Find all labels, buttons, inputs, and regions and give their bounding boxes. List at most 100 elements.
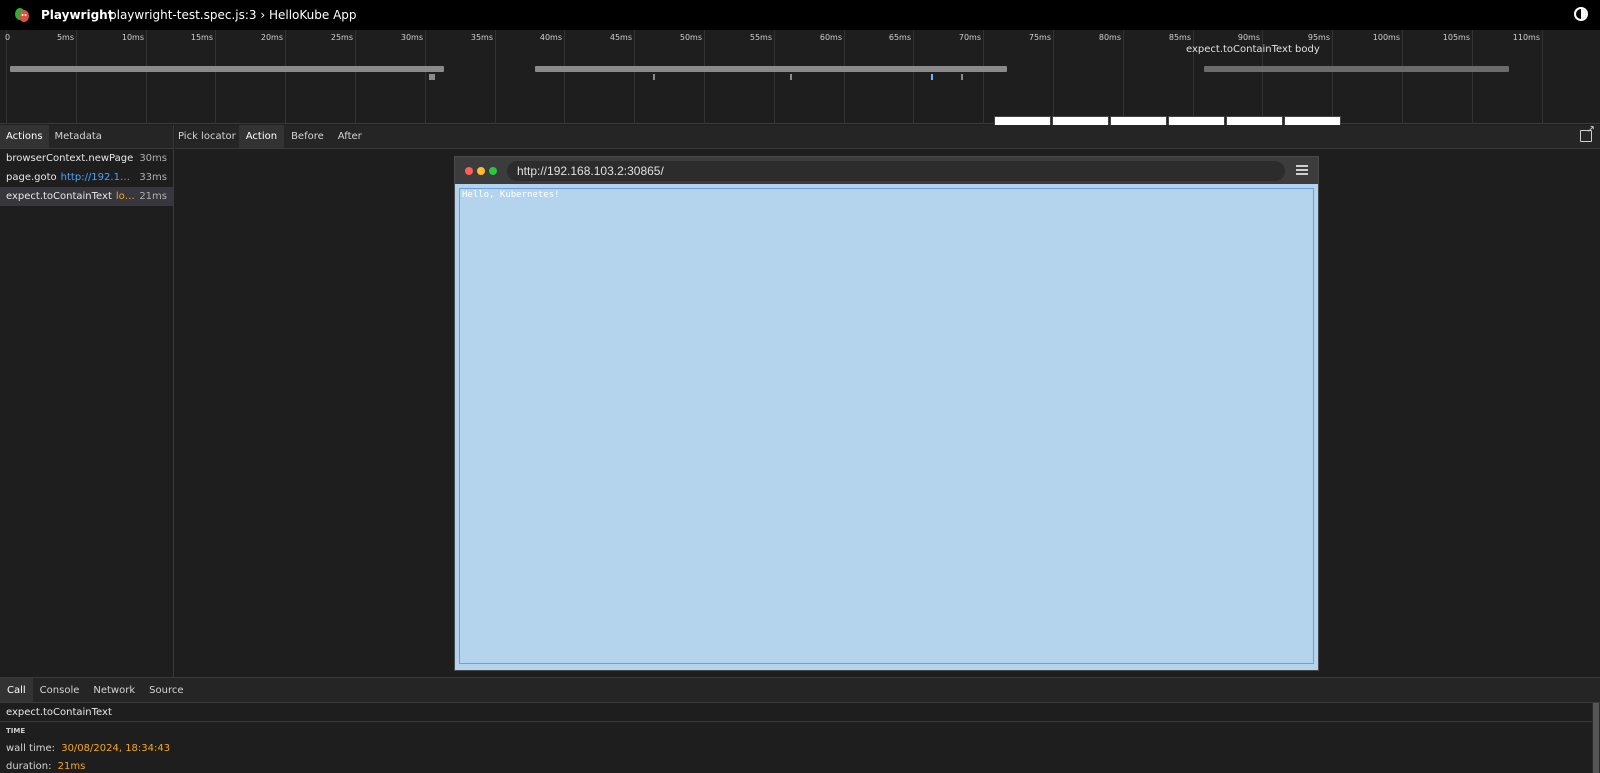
timeline-bar-expect[interactable] — [1204, 66, 1509, 72]
actions-sidebar: Actions Metadata browserContext.newPage … — [0, 125, 174, 677]
timeline-gridline — [215, 30, 216, 124]
timeline-gridline — [1542, 30, 1543, 124]
action-param: locator('b... — [115, 191, 135, 202]
action-name: expect.toContainText — [6, 191, 112, 202]
timeline-gridline — [913, 30, 914, 124]
action-duration: 30ms — [139, 153, 167, 164]
timeline-bar-newpage[interactable] — [10, 66, 444, 72]
tab-metadata[interactable]: Metadata — [49, 125, 108, 148]
breadcrumb: playwright-test.spec.js:3 › HelloKube Ap… — [109, 8, 357, 22]
timeline-tick-label: 65ms — [888, 33, 911, 42]
sidebar-tabs: Actions Metadata — [0, 125, 173, 149]
timeline-tick-label: 105ms — [1442, 33, 1470, 42]
timeline-tick-label: 80ms — [1098, 33, 1121, 42]
timeline-gridline — [495, 30, 496, 124]
title-bar: Playwright playwright-test.spec.js:3 › H… — [0, 0, 1600, 30]
timeline-gridline — [6, 30, 7, 124]
call-title: expect.toContainText — [0, 703, 1600, 722]
action-item[interactable]: browserContext.newPage 30ms — [0, 149, 173, 168]
pick-locator-button[interactable]: Pick locator — [175, 125, 239, 148]
timeline[interactable]: expect.toContainText body 0 5ms 10ms 15ms 20… — [0, 30, 1600, 148]
timeline-tick-label: 10ms — [121, 33, 144, 42]
timeline-gridline — [983, 30, 984, 124]
menu-icon[interactable] — [1296, 165, 1308, 175]
timeline-tick-label: 20ms — [260, 33, 283, 42]
timeline-gridline — [285, 30, 286, 124]
timeline-tick-label: 50ms — [679, 33, 702, 42]
tab-source[interactable]: Source — [142, 678, 190, 702]
timeline-event-marker — [429, 74, 435, 80]
timeline-tick-label: 90ms — [1237, 33, 1260, 42]
details-panel: Call Console Network Source expect.toCon… — [0, 677, 1600, 773]
timeline-tick-label: 15ms — [190, 33, 213, 42]
action-name: page.goto — [6, 172, 57, 183]
tab-actions[interactable]: Actions — [0, 125, 49, 148]
wall-time-value: 30/08/2024, 18:34:43 — [61, 743, 171, 754]
action-duration: 33ms — [139, 172, 167, 183]
timeline-event-marker — [961, 74, 963, 80]
snapshot-browser: http://192.168.103.2:30865/ Hello, Kuber… — [454, 156, 1319, 671]
action-duration: 21ms — [139, 191, 167, 202]
tab-call[interactable]: Call — [0, 678, 33, 702]
timeline-tick-label: 30ms — [400, 33, 423, 42]
timeline-tick-label: 45ms — [609, 33, 632, 42]
page-body-text: Hello, Kubernetes! — [462, 190, 560, 200]
timeline-tick-label: 5ms — [56, 33, 74, 42]
duration-value: 21ms — [57, 761, 86, 772]
timeline-tick-label: 35ms — [470, 33, 493, 42]
timeline-gridline — [1402, 30, 1403, 124]
tab-console[interactable]: Console — [33, 678, 87, 702]
action-name: browserContext.newPage — [6, 153, 134, 164]
maximize-dot-icon — [489, 167, 497, 175]
section-heading: TIME — [6, 727, 26, 735]
action-param: http://192.168.103.2:... — [60, 172, 136, 183]
timeline-gridline — [1472, 30, 1473, 124]
timeline-gridline — [146, 30, 147, 124]
snapshot-page[interactable]: Hello, Kubernetes! — [459, 188, 1314, 664]
timeline-gridline — [76, 30, 77, 124]
duration-row: duration: 21ms — [0, 758, 1600, 773]
timeline-gridline — [1053, 30, 1054, 124]
timeline-gridline — [844, 30, 845, 124]
tab-network[interactable]: Network — [86, 678, 142, 702]
wall-time-label: wall time: — [6, 743, 56, 754]
timeline-tick-label: 25ms — [330, 33, 353, 42]
timeline-gridline — [355, 30, 356, 124]
browser-toolbar: http://192.168.103.2:30865/ — [455, 157, 1318, 184]
app-name: Playwright — [41, 8, 114, 22]
timeline-tick-label: 70ms — [958, 33, 981, 42]
timeline-event-marker — [790, 74, 792, 80]
timeline-tick-label: 95ms — [1307, 33, 1330, 42]
details-scrollbar[interactable] — [1592, 703, 1600, 773]
timeline-tick-label: 85ms — [1168, 33, 1191, 42]
address-bar: http://192.168.103.2:30865/ — [507, 161, 1285, 181]
timeline-tick-label: 60ms — [819, 33, 842, 42]
timeline-gridline — [564, 30, 565, 124]
theme-toggle-icon[interactable] — [1574, 7, 1588, 21]
timeline-tick-label: 100ms — [1372, 33, 1400, 42]
snapshot-tabs: Pick locator Action Before After — [175, 124, 1600, 149]
timeline-tick-label: 40ms — [539, 33, 562, 42]
timeline-hover-label: expect.toContainText body — [1186, 44, 1320, 55]
timeline-tick-label: 55ms — [749, 33, 772, 42]
timeline-bar-goto[interactable] — [535, 66, 1007, 72]
timeline-gridline — [634, 30, 635, 124]
timeline-tick-label: 110ms — [1512, 33, 1540, 42]
timeline-event-marker — [931, 74, 933, 80]
action-item[interactable]: page.goto http://192.168.103.2:... 33ms — [0, 168, 173, 187]
action-item[interactable]: expect.toContainText locator('b... 21ms — [0, 187, 173, 206]
minimize-dot-icon — [477, 167, 485, 175]
timeline-event-marker — [653, 74, 655, 80]
details-tabs: Call Console Network Source — [0, 678, 1600, 703]
tab-before[interactable]: Before — [284, 125, 331, 148]
tab-action[interactable]: Action — [238, 125, 285, 148]
wall-time-row: wall time: 30/08/2024, 18:34:43 — [0, 740, 1600, 758]
timeline-tick-label: 0 — [5, 33, 11, 42]
timeline-gridline — [704, 30, 705, 124]
duration-label: duration: — [6, 761, 52, 772]
timeline-gridline — [774, 30, 775, 124]
open-in-new-window-icon[interactable] — [1580, 124, 1595, 142]
playwright-logo-icon — [15, 8, 29, 22]
tab-after[interactable]: After — [331, 125, 369, 148]
timeline-gridline — [1332, 30, 1333, 124]
